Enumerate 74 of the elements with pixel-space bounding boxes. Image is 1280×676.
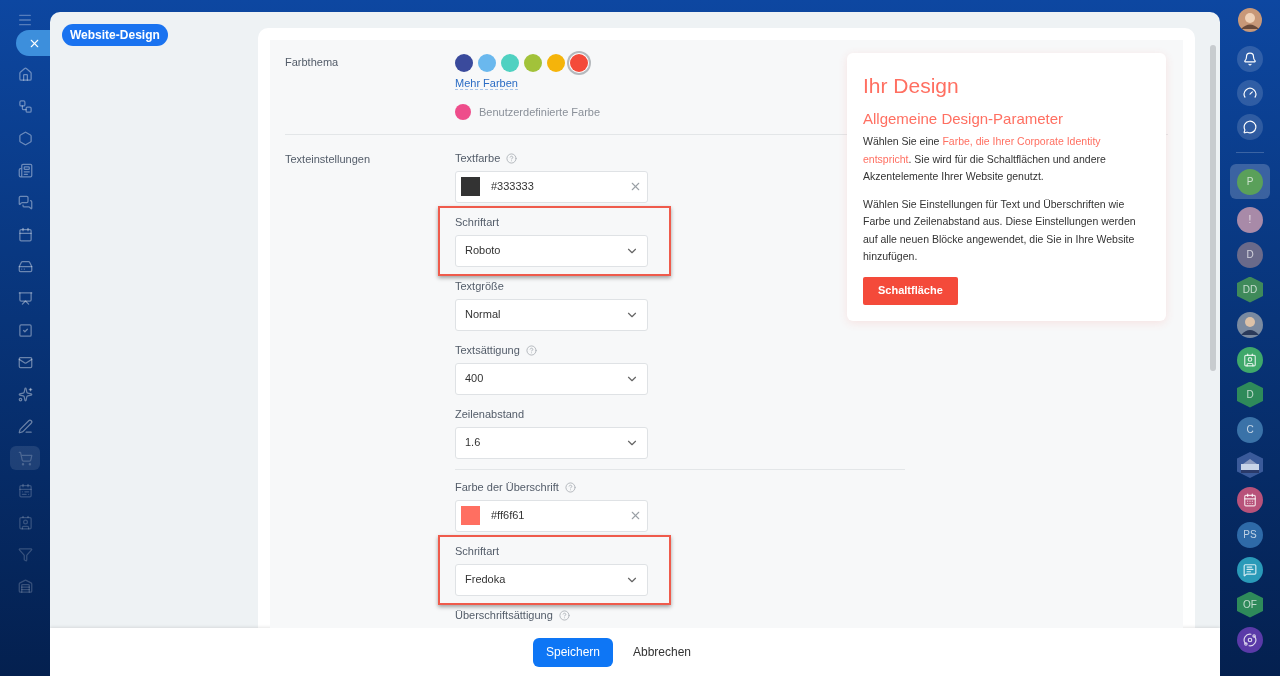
home-icon[interactable] (17, 66, 33, 82)
warehouse-icon[interactable] (17, 578, 33, 594)
chat-icon[interactable] (1237, 556, 1263, 583)
contact-card-icon[interactable] (1237, 346, 1263, 373)
avatar[interactable]: P (1237, 168, 1263, 195)
avatar[interactable]: ! (1237, 206, 1263, 233)
page-title-badge: Website-Design (62, 24, 168, 46)
field-label: Zeilenabstand (455, 406, 525, 422)
field-label: Textsättigung (455, 342, 520, 358)
presentation-icon[interactable] (17, 290, 33, 306)
field-label: Überschriftsättigung (455, 607, 553, 623)
select-field[interactable]: Normal (455, 298, 648, 331)
cart-icon[interactable] (17, 450, 33, 466)
preview-subtitle: Allgemeine Design-Parameter (863, 109, 1065, 129)
preview-paragraph: Wählen Sie Einstellungen für Text und Überschriften wie Farbe und Zeilenabstand aus. Diese Einstellungen werden auf alle neuen Blöcke angewendet, die Sie in Ihre Website hinzufügen. (863, 196, 1137, 264)
color-field[interactable]: #ff6f61 (455, 499, 648, 532)
field-label: Schriftart (455, 543, 499, 559)
orbit-icon[interactable] (1237, 626, 1263, 653)
field-label: Farbe der Überschrift (455, 479, 559, 495)
person-avatar[interactable] (1237, 311, 1263, 338)
avatar[interactable]: C (1237, 416, 1263, 443)
color-field[interactable]: #333333 (455, 170, 648, 203)
sparkle-icon[interactable] (17, 386, 33, 402)
more-colors-link[interactable]: Mehr Farben (455, 77, 518, 90)
field-label: Textfarbe (455, 150, 501, 166)
scrollbar[interactable] (1210, 45, 1216, 371)
calendar-icon[interactable] (1237, 486, 1263, 513)
notification-bell-icon[interactable] (1237, 46, 1263, 72)
color-swatch[interactable] (478, 54, 496, 72)
calendar-icon[interactable] (17, 226, 33, 242)
select-field[interactable]: Roboto (455, 234, 648, 267)
color-swatch[interactable] (570, 54, 588, 72)
close-button[interactable] (16, 30, 52, 56)
help-icon[interactable] (564, 481, 576, 493)
filter-icon[interactable] (17, 546, 33, 562)
help-icon[interactable] (525, 344, 537, 356)
hexagon-avatar[interactable]: DD (1237, 276, 1263, 303)
hexagon-avatar[interactable]: D (1237, 381, 1263, 408)
field-label: Schriftart (455, 214, 499, 230)
hexagon-icon[interactable] (17, 130, 33, 146)
clear-icon[interactable] (629, 180, 642, 193)
checkbox-icon[interactable] (17, 322, 33, 338)
section-label: Farbthema (285, 55, 340, 70)
flow-icon[interactable] (17, 98, 33, 114)
chat-icon[interactable] (1237, 114, 1263, 140)
select-field[interactable]: 400 (455, 362, 648, 395)
color-swatch[interactable] (524, 54, 542, 72)
select-field[interactable]: Fredoka (455, 563, 648, 596)
color-swatch[interactable] (455, 54, 473, 72)
hexagon-avatar[interactable]: OF (1237, 591, 1263, 618)
help-icon[interactable] (506, 152, 518, 164)
user-avatar[interactable] (1238, 8, 1262, 32)
custom-color-label: Benutzerdefinierte Farbe (479, 105, 601, 120)
newspaper-icon[interactable] (17, 162, 33, 178)
mail-icon[interactable] (17, 354, 33, 370)
field-label: Textgröße (455, 278, 504, 294)
pen-icon[interactable] (17, 418, 33, 434)
preview-title: Ihr Design (863, 73, 960, 99)
preview-paragraph: Wählen Sie eine Farbe, die Ihrer Corporate Identity entspricht. Sie wird für die Schaltflächen und andere Akzentelemente Ihrer Website genutzt. (863, 134, 1107, 184)
avatar[interactable]: PS (1237, 521, 1263, 548)
avatar[interactable]: D (1237, 241, 1263, 268)
color-swatch[interactable] (501, 54, 519, 72)
cancel-button[interactable]: Abbrechen (623, 637, 702, 667)
drive-icon[interactable] (17, 258, 33, 274)
sample-button[interactable]: Schaltfläche (863, 276, 958, 305)
color-swatch[interactable] (547, 54, 565, 72)
gauge-icon[interactable] (1237, 80, 1263, 106)
help-icon[interactable] (558, 609, 570, 621)
section-label: Texteinstellungen (285, 151, 371, 167)
select-field[interactable]: 1.6 (455, 426, 648, 459)
menu-icon[interactable] (17, 12, 33, 28)
color-swatch[interactable] (455, 104, 471, 121)
save-button[interactable]: Speichern (532, 637, 613, 667)
clear-icon[interactable] (629, 509, 642, 522)
